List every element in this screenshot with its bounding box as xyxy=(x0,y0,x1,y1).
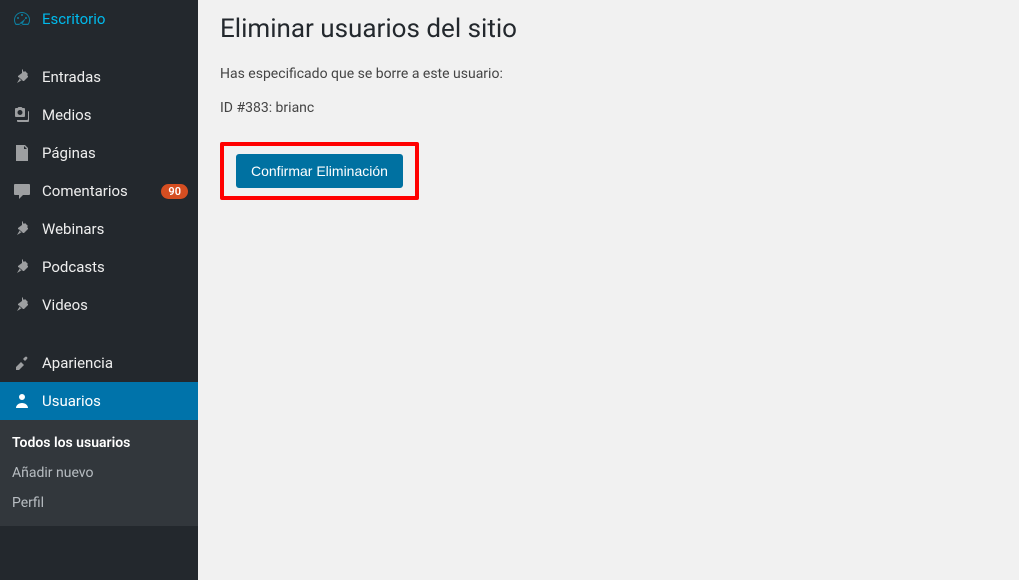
sidebar-item-label: Apariencia xyxy=(42,354,188,372)
pin-icon xyxy=(12,295,32,315)
confirm-highlight-box: Confirmar Eliminación xyxy=(220,142,419,200)
sidebar-item-apariencia[interactable]: Apariencia xyxy=(0,344,198,382)
comment-icon xyxy=(12,181,32,201)
sidebar-item-entradas[interactable]: Entradas xyxy=(0,58,198,96)
media-icon xyxy=(12,105,32,125)
sidebar-item-label: Páginas xyxy=(42,144,188,162)
sidebar-item-usuarios[interactable]: Usuarios xyxy=(0,382,198,420)
sidebar-item-label: Webinars xyxy=(42,220,188,238)
sidebar-item-medios[interactable]: Medios xyxy=(0,96,198,134)
sidebar-item-label: Usuarios xyxy=(42,392,188,410)
sidebar-item-label: Comentarios xyxy=(42,182,157,200)
admin-sidebar: Escritorio Entradas Medios Páginas Comen… xyxy=(0,0,198,580)
page-title: Eliminar usuarios del sitio xyxy=(220,14,997,44)
sidebar-item-paginas[interactable]: Páginas xyxy=(0,134,198,172)
dashboard-icon xyxy=(12,9,32,29)
comments-count-badge: 90 xyxy=(161,184,188,199)
sidebar-item-webinars[interactable]: Webinars xyxy=(0,210,198,248)
submenu-item-todos[interactable]: Todos los usuarios xyxy=(0,428,198,458)
submenu-item-perfil[interactable]: Perfil xyxy=(0,488,198,518)
sidebar-item-escritorio[interactable]: Escritorio xyxy=(0,0,198,38)
main-content: Eliminar usuarios del sitio Has especifi… xyxy=(198,0,1019,580)
sidebar-item-videos[interactable]: Videos xyxy=(0,286,198,324)
submenu-item-anadir[interactable]: Añadir nuevo xyxy=(0,458,198,488)
pin-icon xyxy=(12,219,32,239)
sidebar-item-label: Escritorio xyxy=(42,10,188,28)
page-icon xyxy=(12,143,32,163)
sidebar-item-label: Entradas xyxy=(42,68,188,86)
confirm-delete-button[interactable]: Confirmar Eliminación xyxy=(236,154,403,188)
user-info: ID #383: brianc xyxy=(220,100,997,116)
sidebar-item-label: Podcasts xyxy=(42,258,188,276)
appearance-icon xyxy=(12,353,32,373)
sidebar-item-comentarios[interactable]: Comentarios 90 xyxy=(0,172,198,210)
pin-icon xyxy=(12,67,32,87)
sidebar-item-label: Videos xyxy=(42,296,188,314)
user-icon xyxy=(12,391,32,411)
pin-icon xyxy=(12,257,32,277)
users-submenu: Todos los usuarios Añadir nuevo Perfil xyxy=(0,420,198,526)
delete-description: Has especificado que se borre a este usu… xyxy=(220,66,997,82)
sidebar-item-podcasts[interactable]: Podcasts xyxy=(0,248,198,286)
sidebar-item-label: Medios xyxy=(42,106,188,124)
